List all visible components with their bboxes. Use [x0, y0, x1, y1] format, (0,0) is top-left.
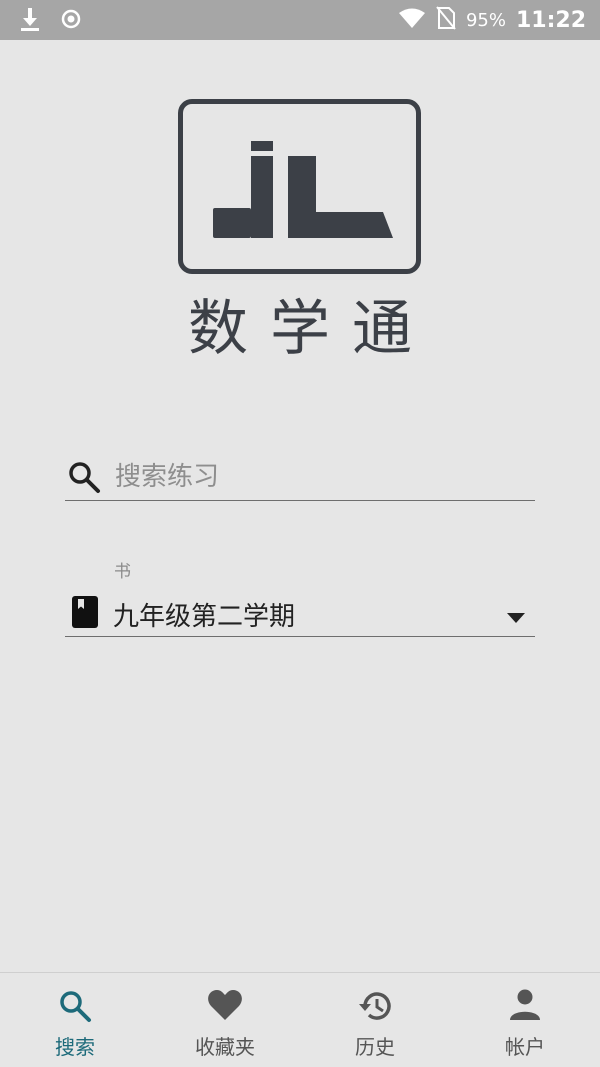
heart-icon: [207, 989, 243, 1025]
search-field[interactable]: [65, 454, 535, 501]
app-title: 数学通: [188, 294, 434, 364]
search-icon: [67, 460, 101, 498]
no-sim-icon: [436, 6, 456, 34]
clock: 11:22: [515, 7, 586, 33]
search-input[interactable]: [113, 454, 527, 500]
battery-percent: 95%: [465, 9, 506, 31]
account-icon: [510, 989, 540, 1025]
nav-item-favorites[interactable]: 收藏夹: [150, 973, 300, 1067]
nav-label-search: 搜索: [55, 1035, 95, 1059]
status-bar: 95% 11:22: [0, 0, 600, 40]
history-icon: [357, 989, 393, 1027]
book-label: 书: [114, 562, 131, 582]
book-icon: [71, 596, 99, 632]
app-screen: 95% 11:22 数学通 书: [0, 0, 600, 1067]
nav-item-history[interactable]: 历史: [300, 973, 450, 1067]
search-icon: [58, 989, 92, 1027]
download-icon: [18, 6, 42, 36]
nav-item-account[interactable]: 帐户: [450, 973, 600, 1067]
nav-label-favorites: 收藏夹: [195, 1035, 255, 1059]
bottom-nav: 搜索 收藏夹 历史 帐户: [0, 972, 600, 1067]
app-logo: [178, 99, 421, 274]
book-select-value: 九年级第二学期: [113, 602, 296, 632]
jl-logo-icon: [213, 141, 393, 238]
record-icon: [60, 8, 82, 34]
nav-item-search[interactable]: 搜索: [0, 973, 150, 1067]
nav-label-account: 帐户: [505, 1035, 545, 1059]
dropdown-arrow-icon[interactable]: [507, 608, 525, 627]
wifi-icon: [398, 7, 426, 33]
book-select[interactable]: 九年级第二学期: [65, 590, 535, 637]
nav-label-history: 历史: [355, 1035, 395, 1059]
